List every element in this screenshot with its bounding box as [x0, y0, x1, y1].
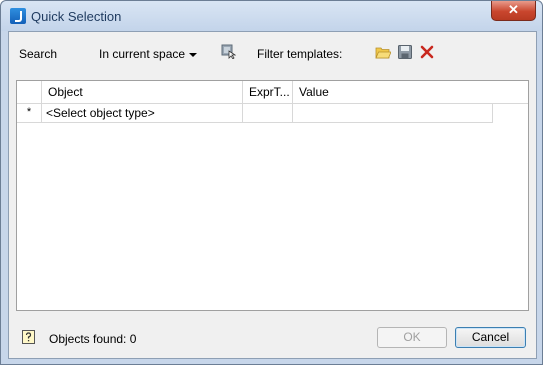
column-header-value[interactable]: Value [293, 81, 493, 103]
search-label: Search [19, 47, 58, 61]
conditions-grid[interactable]: Object ExprT... Value * <Select object t… [16, 80, 529, 311]
table-row[interactable]: * <Select object type> [17, 104, 528, 123]
help-icon[interactable] [22, 330, 36, 345]
save-icon[interactable] [398, 45, 412, 59]
select-objects-icon[interactable] [221, 44, 236, 59]
delete-icon[interactable] [420, 45, 434, 59]
scope-dropdown-value: In current space [99, 47, 186, 61]
quick-selection-dialog: Quick Selection ✕ Search In current spac… [0, 0, 543, 365]
title-bar[interactable]: Quick Selection ✕ [1, 1, 542, 31]
cancel-button[interactable]: Cancel [455, 327, 526, 348]
filter-templates-label: Filter templates: [257, 47, 343, 61]
objects-found-status: Objects found: 0 [49, 332, 137, 346]
grid-header: Object ExprT... Value [17, 81, 528, 104]
column-header-object[interactable]: Object [42, 81, 243, 103]
column-header-expr[interactable]: ExprT... [243, 81, 293, 103]
expr-cell[interactable] [243, 104, 293, 123]
close-button[interactable]: ✕ [491, 1, 536, 21]
ok-button[interactable]: OK [377, 327, 447, 348]
object-type-cell[interactable]: <Select object type> [42, 104, 243, 123]
value-cell[interactable] [293, 104, 493, 123]
open-folder-icon[interactable] [375, 46, 391, 59]
chevron-down-icon [189, 52, 198, 57]
dialog-body: Search In current space Filter templates… [8, 31, 537, 359]
scope-dropdown[interactable]: In current space [99, 47, 198, 61]
window-title: Quick Selection [31, 9, 122, 24]
row-header-corner [17, 81, 42, 103]
new-row-marker: * [17, 104, 42, 123]
app-icon [10, 8, 26, 24]
